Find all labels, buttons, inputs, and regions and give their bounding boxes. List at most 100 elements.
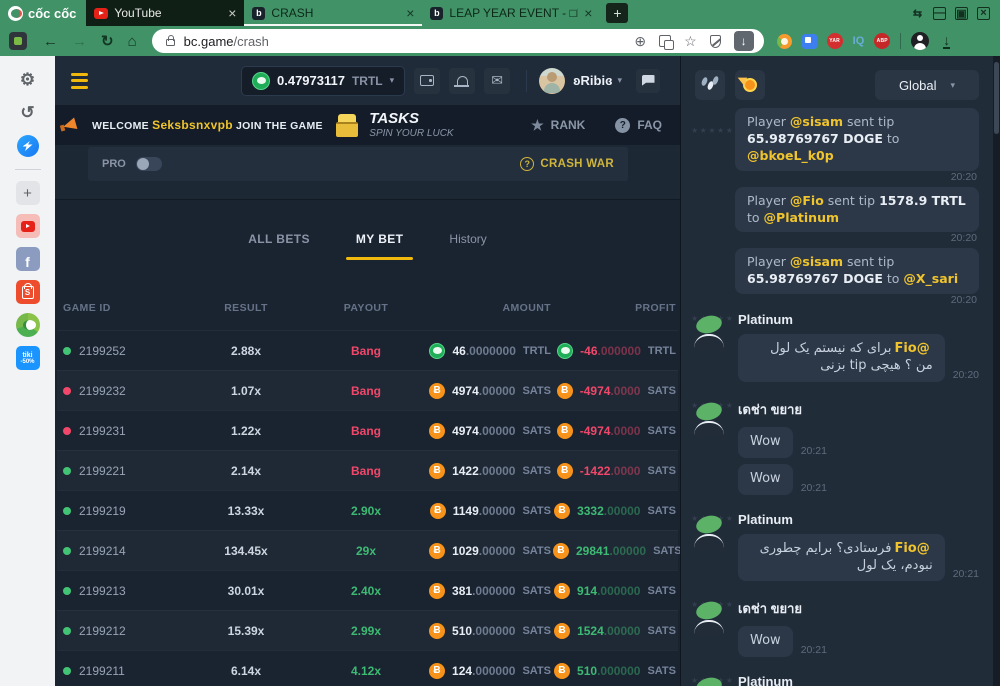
tiki-shortcut-icon[interactable]: tiki-50% (16, 346, 40, 370)
profit-cell: Ƀ510.000000SATS (553, 663, 678, 679)
result-cell: 134.45x (187, 544, 305, 558)
new-tab-button[interactable]: + (606, 3, 628, 23)
rank-link[interactable]: ★ RANK (531, 117, 585, 134)
mention[interactable]: @Platinum (764, 210, 839, 225)
wallet-button[interactable] (414, 68, 440, 94)
minimize-button[interactable]: — (933, 7, 946, 20)
profit-cell: Ƀ-4974.0000SATS (553, 423, 678, 439)
abp-extension-icon[interactable]: ABP (874, 33, 890, 49)
home-button[interactable]: ⌂ (121, 33, 144, 50)
table-row[interactable]: 219921913.33x2.90xɃ1149.00000SATSɃ3332.0… (57, 490, 678, 530)
chat-username[interactable]: Platinum (738, 674, 979, 686)
hamburger-menu-icon[interactable] (65, 67, 94, 95)
yar-extension-icon[interactable]: YAR (827, 33, 843, 49)
messages-button[interactable]: ✉ (484, 68, 510, 94)
close-window-button[interactable]: × (977, 7, 990, 20)
mention[interactable]: @Fio (894, 541, 929, 556)
table-row[interactable]: 21992212.14xBangɃ1422.00000SATSɃ-1422.00… (57, 450, 678, 490)
tip-message: ★★★★★Player @sisam sent tip 65.98769767 … (691, 108, 979, 184)
crash-war-link[interactable]: ? CRASH WAR (520, 157, 614, 171)
faq-link[interactable]: ? FAQ (615, 118, 662, 133)
table-row[interactable]: 2199214134.45x29xɃ1029.00000SATSɃ29841.0… (57, 530, 678, 570)
tab-my-bet[interactable]: MY BET (356, 232, 404, 246)
sidebar-toggle-button[interactable] (9, 32, 27, 50)
close-icon[interactable]: × (406, 6, 414, 20)
tip-bubble: Player @sisam sent tip 65.98769767 DOGE … (735, 108, 979, 171)
zoom-icon[interactable]: ⊕ (634, 34, 646, 48)
scrollbar-thumb[interactable] (994, 62, 999, 134)
pro-toggle[interactable] (136, 157, 162, 171)
settings-gear-icon[interactable]: ⚙ (16, 68, 40, 92)
mention[interactable]: @X_sari (903, 271, 958, 286)
table-row[interactable]: 21992311.22xBangɃ4974.00000SATSɃ-4974.00… (57, 410, 678, 450)
bookmark-star-icon[interactable]: ☆ (684, 34, 697, 48)
avatar[interactable] (539, 68, 565, 94)
table-row[interactable]: 219921215.39x2.99xɃ510.000000SATSɃ1524.0… (57, 610, 678, 650)
close-icon[interactable]: × (584, 6, 592, 20)
message-bubble: @Fioفرستادی؟ برایم چطوری نبودم، یک لول (738, 534, 945, 582)
result-cell: 6.14x (187, 664, 305, 678)
mention[interactable]: @Fio (790, 193, 824, 208)
chat-scrollbar[interactable] (993, 56, 1000, 686)
chat-username[interactable]: Platinum (738, 312, 979, 327)
chat-room-selector[interactable]: Global ▾ (875, 70, 979, 100)
iq-extension-icon[interactable]: IQ (853, 35, 865, 47)
downloads-tray-icon[interactable]: ↓ (943, 33, 950, 50)
profile-icon[interactable] (911, 32, 929, 50)
tab-history[interactable]: History (449, 232, 486, 246)
tab-all-bets[interactable]: ALL BETS (248, 232, 310, 246)
forward-button[interactable]: → (65, 33, 94, 50)
address-bar[interactable]: bc.game/crash ⊕ ☆ ↓ (152, 29, 764, 53)
username[interactable]: ʚRibiɞ (573, 73, 612, 88)
payout-cell: 2.90x (305, 504, 427, 518)
tab-leap-year-event[interactable]: b LEAP YEAR EVENT - □Event - × (422, 0, 600, 26)
mention[interactable]: @sisam (790, 114, 843, 129)
tasks-link[interactable]: TASKS SPIN YOUR LUCK (334, 111, 453, 139)
facebook-shortcut-icon[interactable]: f (16, 247, 40, 271)
translate-extension-icon[interactable] (802, 34, 817, 49)
tab-youtube[interactable]: YouTube × (86, 0, 244, 26)
add-shortcut-button[interactable]: + (16, 181, 40, 205)
chat-username[interactable]: เดช่า ขยาย (738, 399, 979, 420)
table-row[interactable]: 21992116.14x4.12xɃ124.000000SATSɃ510.000… (57, 650, 678, 686)
table-row[interactable]: 219921330.01x2.40xɃ381.000000SATSɃ914.00… (57, 570, 678, 610)
tip-amount: 1578.9 TRTL (879, 193, 966, 208)
status-dot (63, 667, 71, 675)
workspace-icon[interactable]: ⇆ (911, 7, 924, 20)
shopee-shortcut-icon[interactable]: S (16, 280, 40, 304)
table-row[interactable]: 21992522.88xBang46.0000000TRTL-46.000000… (57, 330, 678, 370)
status-dot (63, 467, 71, 475)
mention[interactable]: @sisam (790, 254, 843, 269)
profit-cell: Ƀ-1422.0000SATS (553, 463, 678, 479)
url-text[interactable]: bc.game/crash (184, 34, 269, 49)
translate-icon[interactable] (659, 35, 671, 47)
timestamp: 20:21 (801, 482, 827, 495)
status-dot (63, 547, 71, 555)
coccoc-extension-icon[interactable] (777, 34, 792, 49)
notifications-button[interactable] (449, 68, 475, 94)
reload-button[interactable]: ↻ (94, 32, 121, 50)
btc-coin-icon: Ƀ (554, 503, 570, 519)
chat-toggle-button[interactable] (636, 69, 660, 93)
wallet-icon (420, 75, 434, 86)
chat-username[interactable]: เดช่า ขยาย (738, 598, 979, 619)
coin-drop-button[interactable] (735, 70, 765, 100)
table-row[interactable]: 21992321.07xBangɃ4974.00000SATSɃ-4974.00… (57, 370, 678, 410)
game-options-bar: PRO ? CRASH WAR (88, 147, 628, 181)
tab-crash[interactable]: b CRASH × (244, 0, 422, 26)
back-button[interactable]: ← (36, 33, 65, 50)
close-icon[interactable]: × (228, 6, 236, 20)
coccoc-shortcut-icon[interactable] (16, 313, 40, 337)
download-button[interactable]: ↓ (734, 31, 754, 51)
history-icon[interactable]: ↺ (16, 101, 40, 125)
maximize-button[interactable]: ▣ (955, 7, 968, 20)
mention[interactable]: @Fio (894, 341, 929, 356)
balance-selector[interactable]: 0.47973117 TRTL ▾ (241, 66, 405, 96)
adblock-shield-icon[interactable] (710, 35, 721, 48)
youtube-shortcut-icon[interactable] (16, 214, 40, 238)
btc-coin-icon: Ƀ (553, 543, 569, 559)
rain-button[interactable] (695, 70, 725, 100)
messenger-icon[interactable] (16, 134, 40, 158)
mention[interactable]: @bkoeL_k0p (747, 148, 834, 163)
chat-username[interactable]: Platinum (738, 512, 979, 527)
